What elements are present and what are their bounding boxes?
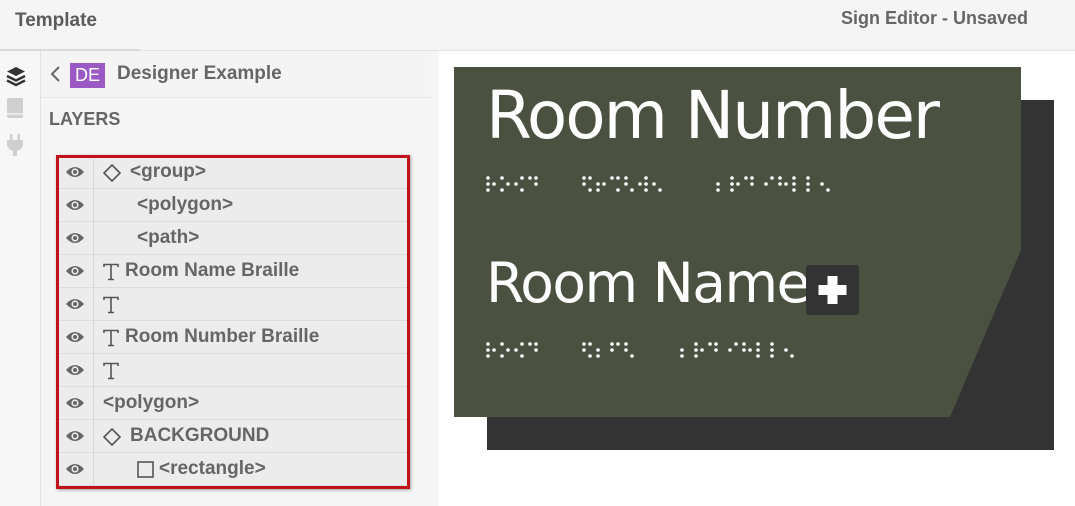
room-number-braille[interactable] — [486, 175, 846, 193]
layer-label: <polygon> — [137, 194, 234, 215]
layer-row[interactable]: <rectangle> — [57, 453, 409, 486]
layer-label: <group> — [130, 161, 207, 182]
room-name-text[interactable]: Room Name — [486, 251, 810, 315]
eye-icon[interactable] — [57, 387, 94, 419]
layer-row[interactable]: <polygon> — [57, 189, 409, 222]
plus-icon — [818, 276, 847, 304]
layer-label: <path> — [137, 227, 200, 248]
text-icon — [103, 296, 119, 314]
tab-template[interactable]: Template — [0, 0, 140, 51]
plug-icon[interactable] — [6, 133, 24, 156]
eye-icon[interactable] — [57, 189, 94, 221]
panel-header: DE Designer Example — [41, 51, 431, 98]
text-icon — [103, 362, 119, 380]
layer-label: BACKGROUND — [130, 425, 270, 446]
side-rail — [0, 51, 41, 506]
diamond-icon — [102, 163, 122, 183]
eye-icon[interactable] — [57, 156, 94, 188]
eye-icon[interactable] — [57, 420, 94, 452]
text-icon — [103, 329, 119, 347]
layers-panel: DE Designer Example LAYERS <group> <poly… — [41, 51, 439, 506]
editor-title: Sign Editor - Unsaved — [840, 8, 1028, 28]
layers-title: LAYERS — [49, 109, 121, 129]
eye-icon[interactable] — [57, 321, 94, 353]
book-icon[interactable] — [6, 97, 24, 119]
layer-row[interactable]: <path> — [57, 222, 409, 255]
diamond-icon — [102, 427, 122, 447]
add-button[interactable] — [806, 265, 859, 315]
layer-label: Room Name Braille — [125, 260, 300, 281]
eye-icon[interactable] — [57, 222, 94, 254]
layer-label: <rectangle> — [159, 458, 266, 479]
eye-icon[interactable] — [57, 288, 94, 320]
layer-row[interactable] — [57, 354, 409, 387]
layer-label: <polygon> — [103, 392, 200, 413]
layer-row[interactable]: BACKGROUND — [57, 420, 409, 453]
layer-row[interactable]: Room Name Braille — [57, 255, 409, 288]
top-bar: Template Sign Editor - Unsaved — [0, 0, 1075, 51]
text-icon — [103, 263, 119, 281]
room-number-text[interactable]: Room Number — [486, 77, 940, 154]
layer-row[interactable]: <polygon> — [57, 387, 409, 420]
layers-icon[interactable] — [6, 65, 26, 87]
tab-template-label: Template — [15, 10, 98, 31]
eye-icon[interactable] — [57, 354, 94, 386]
room-name-braille[interactable] — [486, 341, 816, 359]
layer-row[interactable] — [57, 288, 409, 321]
layer-label: Room Number Braille — [125, 326, 320, 347]
eye-icon[interactable] — [57, 453, 94, 485]
chevron-left-icon[interactable] — [49, 65, 63, 83]
sign-canvas[interactable]: Room Number Room Name — [440, 51, 1075, 506]
project-name: Designer Example — [117, 63, 282, 84]
eye-icon[interactable] — [57, 255, 94, 287]
square-icon — [137, 461, 154, 478]
layer-row[interactable]: Room Number Braille — [57, 321, 409, 354]
layer-row[interactable]: <group> — [57, 156, 409, 189]
layers-list: <group> <polygon> <path> Room Name Brail… — [57, 156, 409, 486]
project-badge: DE — [70, 63, 105, 88]
